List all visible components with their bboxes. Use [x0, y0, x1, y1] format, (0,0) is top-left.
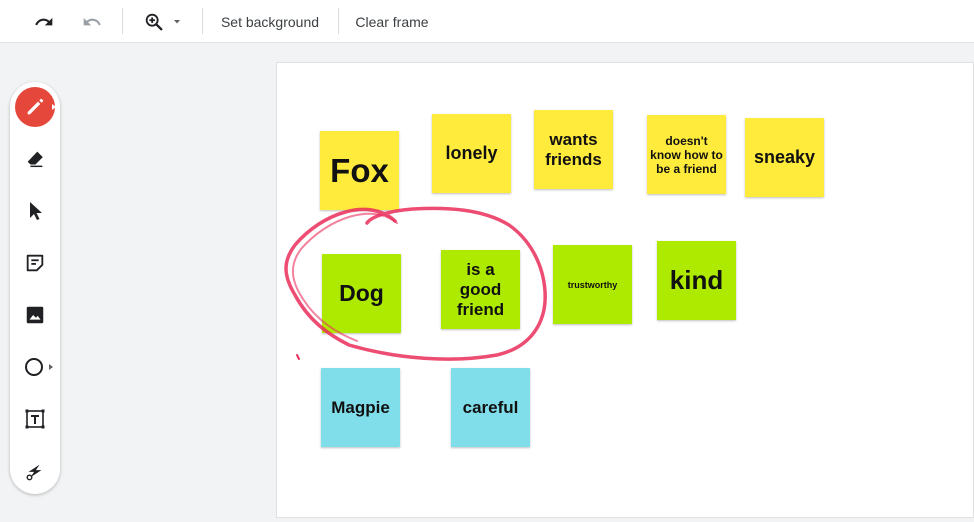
select-pointer-icon — [25, 200, 45, 222]
laser-tool[interactable] — [15, 451, 55, 491]
toolbar-divider — [122, 8, 123, 34]
redo-icon — [82, 12, 102, 32]
image-tool[interactable] — [15, 295, 55, 335]
tool-rail — [10, 82, 60, 494]
eraser-tool[interactable] — [15, 139, 55, 179]
redo-button[interactable] — [78, 0, 106, 43]
laser-pointer-icon — [24, 460, 46, 482]
toolbar-divider — [338, 8, 339, 34]
text-box-icon — [23, 407, 47, 431]
pen-options-arrow-icon — [52, 104, 56, 110]
text-box-tool[interactable] — [15, 399, 55, 439]
eraser-icon — [24, 148, 46, 170]
select-tool[interactable] — [15, 191, 55, 231]
shape-tool[interactable] — [15, 347, 55, 387]
circle-shape-icon — [23, 355, 47, 379]
set-background-button[interactable]: Set background — [212, 0, 328, 43]
undo-icon — [34, 12, 54, 32]
dropdown-arrow-icon — [173, 19, 181, 25]
toolbar: Set background Clear frame — [0, 0, 974, 43]
pen-stroke[interactable] — [277, 63, 974, 519]
toolbar-divider — [202, 8, 203, 34]
clear-frame-button[interactable]: Clear frame — [346, 0, 438, 43]
sticky-note-icon — [24, 252, 46, 274]
sticky-note-tool[interactable] — [15, 243, 55, 283]
pen-tool[interactable] — [15, 87, 56, 127]
shape-options-arrow-icon — [49, 364, 53, 370]
image-icon — [24, 304, 46, 326]
zoom-button[interactable] — [136, 0, 188, 43]
zoom-in-icon — [143, 11, 165, 33]
pen-icon — [24, 96, 46, 118]
canvas-frame[interactable]: Fox lonely wants friends doesn't know ho… — [276, 62, 974, 518]
undo-button[interactable] — [30, 0, 58, 43]
